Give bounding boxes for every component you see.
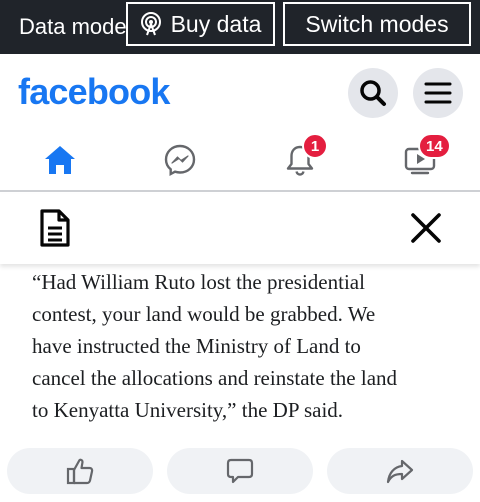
- like-icon: [66, 458, 94, 485]
- article-line: cancel the allocations and reinstate the…: [32, 366, 398, 390]
- app-header: facebook: [0, 54, 480, 130]
- data-mode-bar: Data mode Buy data Switch modes: [0, 0, 480, 54]
- switch-modes-button[interactable]: Switch modes: [283, 2, 471, 46]
- share-button[interactable]: [327, 448, 473, 494]
- comment-button[interactable]: [167, 448, 313, 494]
- notifications-badge: 1: [302, 133, 328, 159]
- like-button[interactable]: [7, 448, 153, 494]
- reaction-bar: [0, 446, 480, 502]
- article-body: “Had William Ruto lost the presidential …: [32, 266, 472, 426]
- facebook-logo[interactable]: facebook: [18, 71, 170, 113]
- home-icon: [45, 146, 75, 174]
- article-line: to Kenyatta University,” the DP said.: [32, 398, 344, 422]
- article-line: contest, your land would be grabbed. We: [32, 302, 376, 326]
- article-header: [0, 194, 480, 264]
- data-mode-text: Data mode: [19, 14, 127, 39]
- document-icon: [40, 209, 70, 247]
- buy-data-label: Buy data: [170, 10, 262, 37]
- messenger-icon: [164, 144, 196, 177]
- tab-notifications[interactable]: 1: [240, 130, 360, 190]
- comment-icon: [226, 458, 254, 484]
- menu-button[interactable]: [413, 68, 463, 118]
- search-button[interactable]: [348, 68, 398, 118]
- search-icon: [360, 80, 386, 106]
- tab-watch[interactable]: 14: [360, 130, 480, 190]
- article-line: “Had William Ruto lost the presidential: [32, 270, 365, 294]
- article-line: have instructed the Ministry of Land to: [32, 334, 361, 358]
- buy-data-button[interactable]: Buy data: [126, 2, 275, 46]
- menu-icon: [424, 82, 452, 104]
- share-icon: [386, 459, 414, 484]
- nav-tabs: 1 14: [0, 130, 480, 192]
- close-icon[interactable]: [408, 210, 444, 246]
- switch-modes-label: Switch modes: [305, 10, 449, 37]
- broadcast-icon: [140, 12, 161, 36]
- watch-badge: 14: [418, 133, 451, 159]
- tab-home[interactable]: [0, 130, 120, 190]
- tab-messenger[interactable]: [120, 130, 240, 190]
